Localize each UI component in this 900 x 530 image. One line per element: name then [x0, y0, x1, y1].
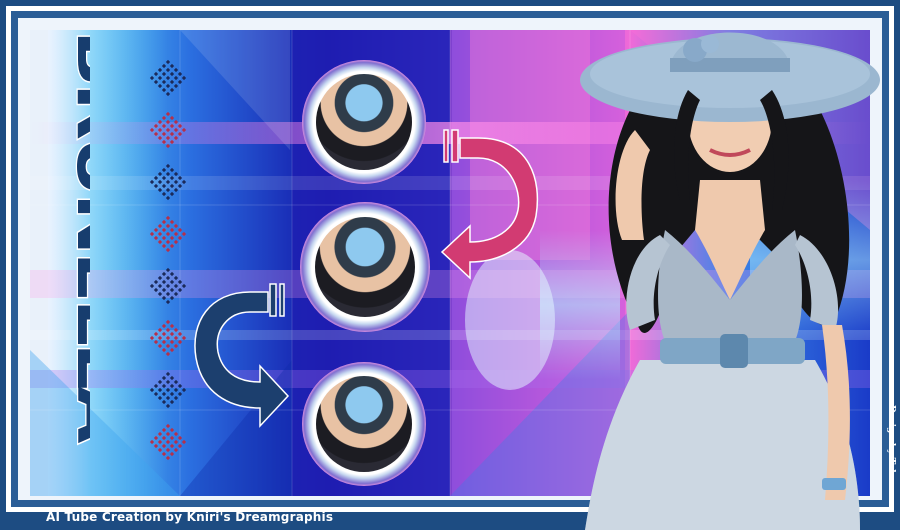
portrait-orb-middle — [300, 202, 430, 332]
portrait-image — [316, 74, 412, 170]
portrait-image — [316, 376, 412, 472]
portrait-orb-bottom — [302, 362, 426, 486]
title-brunella: BRUNELLA — [62, 30, 90, 445]
woman-figure — [580, 32, 880, 530]
curved-arrow-navy-icon — [194, 283, 290, 428]
creation-credit: AI Tube Creation by Kniri's Dreamgraphis — [46, 510, 334, 524]
portrait-image — [315, 217, 415, 317]
design-credit: Design by Tala — [886, 405, 896, 479]
title-text: BRUNELLA — [63, 30, 90, 444]
portrait-orb-top — [302, 60, 426, 184]
